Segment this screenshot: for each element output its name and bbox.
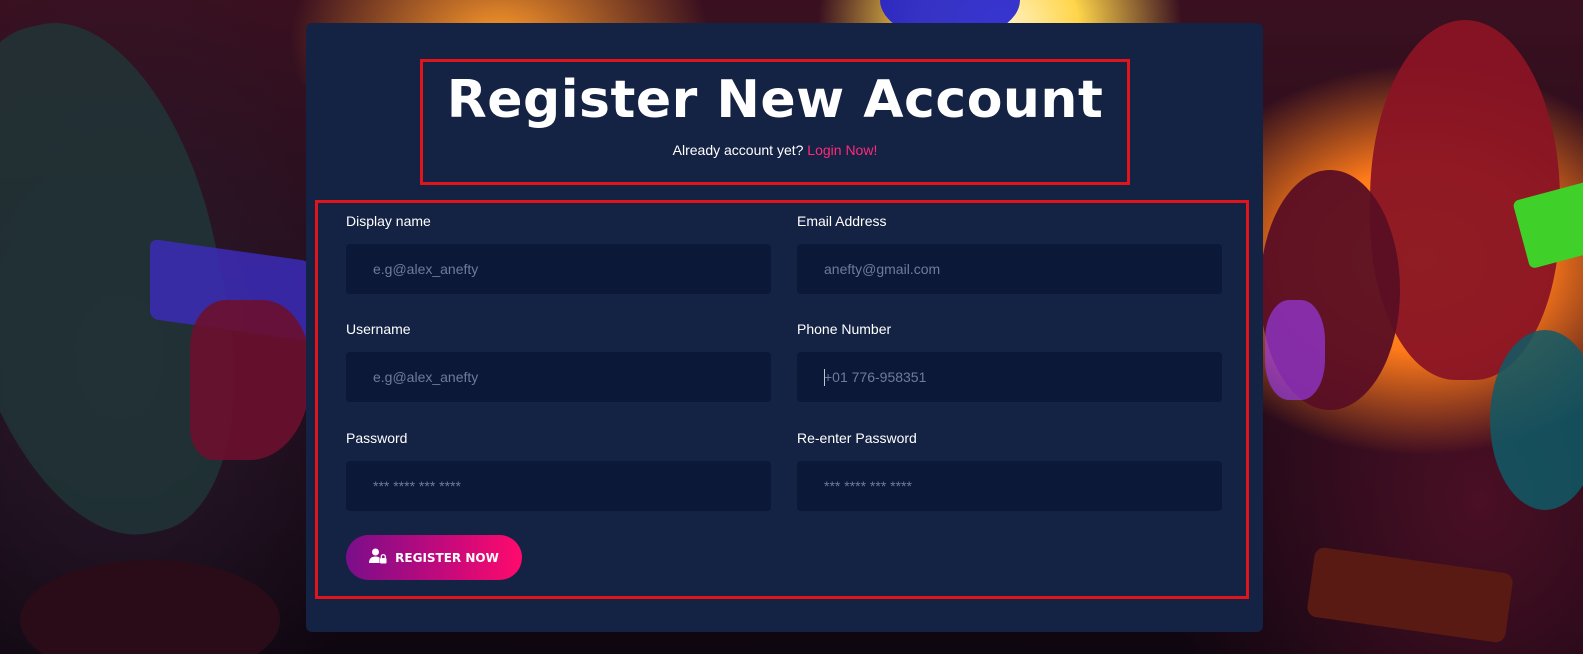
- email-field: Email Address: [797, 213, 1222, 294]
- phone-field: Phone Number: [797, 321, 1222, 402]
- display-name-field: Display name: [346, 213, 771, 294]
- text-caret: [824, 369, 825, 386]
- register-form: Display name Email Address Username Phon…: [315, 200, 1249, 599]
- confirm-password-field: Re-enter Password: [797, 430, 1222, 511]
- display-name-label: Display name: [346, 213, 431, 229]
- password-field: Password: [346, 430, 771, 511]
- login-prompt-text: Already account yet?: [672, 142, 804, 158]
- page-title: Register New Account: [446, 70, 1104, 130]
- register-card: Register New Account Already account yet…: [306, 23, 1263, 632]
- user-lock-icon: [369, 548, 387, 567]
- display-name-input[interactable]: [346, 244, 771, 294]
- username-input[interactable]: [346, 352, 771, 402]
- login-link[interactable]: Login Now!: [807, 142, 877, 158]
- username-field: Username: [346, 321, 771, 402]
- email-input[interactable]: [797, 244, 1222, 294]
- username-label: Username: [346, 321, 411, 337]
- register-header: Register New Account Already account yet…: [420, 59, 1130, 185]
- password-input[interactable]: [346, 461, 771, 511]
- email-label: Email Address: [797, 213, 887, 229]
- phone-input[interactable]: [797, 352, 1222, 402]
- confirm-password-label: Re-enter Password: [797, 430, 917, 446]
- password-label: Password: [346, 430, 408, 446]
- confirm-password-input[interactable]: [797, 461, 1222, 511]
- login-prompt: Already account yet? Login Now!: [423, 142, 1127, 158]
- phone-label: Phone Number: [797, 321, 892, 337]
- register-button-label: REGISTER NOW: [395, 550, 499, 565]
- register-button[interactable]: REGISTER NOW: [346, 535, 522, 580]
